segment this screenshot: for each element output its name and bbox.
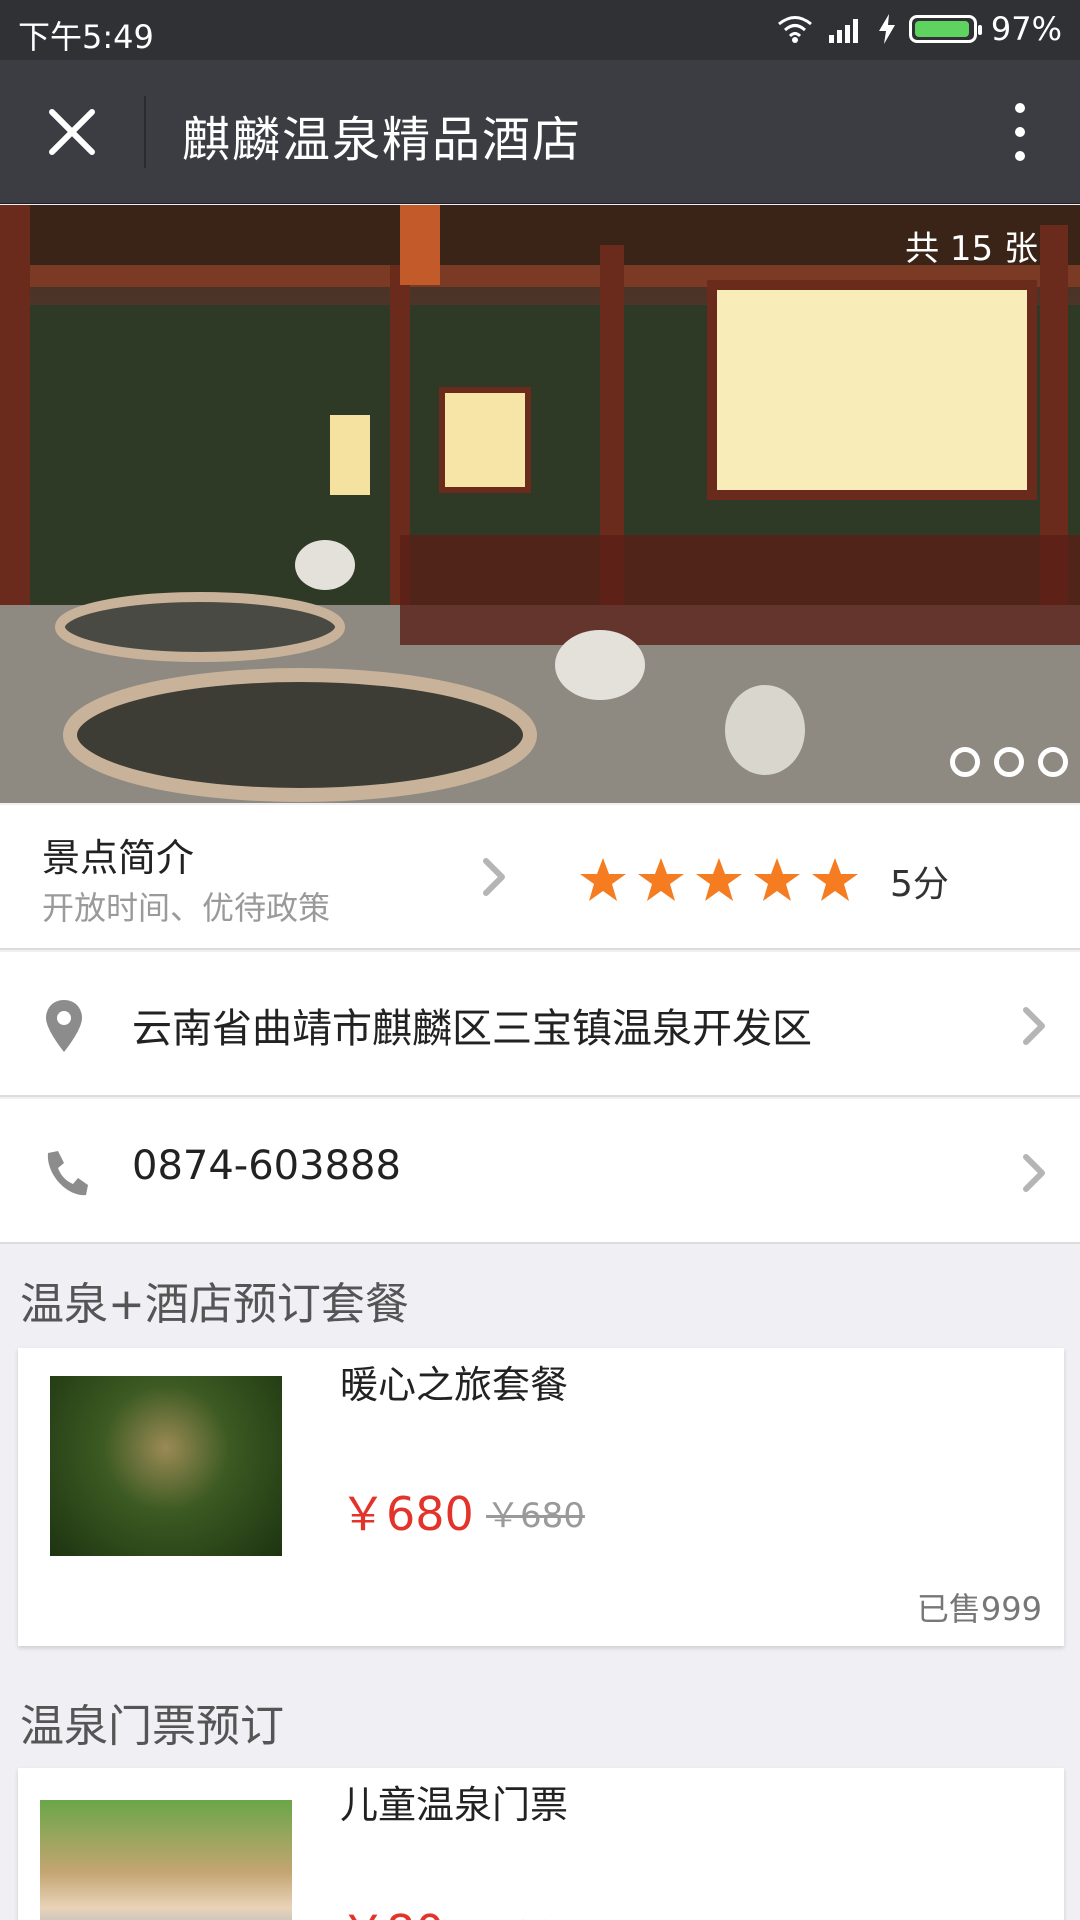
battery-level — [914, 21, 970, 37]
ticket-original-price: ￥80 — [478, 1906, 555, 1920]
intro-title: 景点简介 — [42, 836, 195, 880]
chevron-right-icon — [1023, 1007, 1045, 1045]
close-icon — [49, 109, 95, 155]
package-price: ￥680 — [340, 1487, 474, 1541]
chevron-right-icon — [1023, 1154, 1045, 1192]
ticket-price: ￥80 — [340, 1896, 445, 1920]
carousel-indicator — [950, 747, 1068, 777]
star-icon — [696, 858, 742, 901]
ticket-name: 儿童温泉门票 — [340, 1783, 569, 1827]
phone-number: 0874-603888 — [132, 1143, 401, 1189]
package-card[interactable]: 暖心之旅套餐 ￥680 ￥680 已售999 — [18, 1348, 1064, 1646]
star-icon — [580, 858, 626, 901]
wifi-icon — [777, 16, 812, 43]
battery-percent: 97% — [990, 10, 1062, 48]
phone-icon — [47, 1151, 88, 1196]
carousel-dot[interactable] — [950, 747, 980, 777]
status-bar: 下午5:49 97% — [0, 0, 1080, 60]
charging-icon — [878, 14, 895, 44]
title-divider — [144, 96, 146, 168]
location-pin-icon — [46, 1000, 82, 1052]
address-text: 云南省曲靖市麒麟区三宝镇温泉开发区 — [132, 1006, 812, 1052]
title-bar: 麒麟温泉精品酒店 — [0, 60, 1080, 204]
package-name: 暖心之旅套餐 — [340, 1363, 569, 1407]
page-title: 麒麟温泉精品酒店 — [182, 112, 583, 168]
more-vertical-icon — [1015, 103, 1025, 161]
carousel-dot[interactable] — [1038, 747, 1068, 777]
star-icon — [754, 858, 800, 901]
close-button[interactable] — [30, 90, 114, 174]
carousel-dot[interactable] — [994, 747, 1024, 777]
more-menu-button[interactable] — [1000, 96, 1040, 168]
photo-count: 共 15 张 — [905, 229, 1038, 269]
status-icons: 97% — [777, 10, 1062, 48]
section-title-tickets: 温泉门票预订 — [20, 1701, 284, 1752]
package-sold-count: 已售999 — [916, 1590, 1042, 1628]
package-thumbnail — [50, 1376, 282, 1556]
star-icon — [638, 858, 684, 901]
rating-score: 5分 — [890, 864, 949, 905]
hero-photo — [0, 205, 1080, 803]
intro-row[interactable]: 景点简介 开放时间、优待政策 5分 — [0, 805, 1080, 950]
signal-icon — [828, 19, 858, 43]
ticket-card[interactable]: 儿童温泉门票 ￥80 ￥80 — [18, 1768, 1064, 1920]
star-icon — [812, 858, 858, 901]
ticket-thumbnail — [40, 1800, 292, 1920]
chevron-right-icon — [483, 858, 505, 896]
section-title-packages: 温泉+酒店预订套餐 — [20, 1279, 409, 1330]
status-time: 下午5:49 — [18, 18, 154, 56]
address-row[interactable]: 云南省曲靖市麒麟区三宝镇温泉开发区 — [0, 952, 1080, 1097]
rating-stars — [578, 855, 860, 905]
phone-row[interactable]: 0874-603888 — [0, 1099, 1080, 1244]
package-original-price: ￥680 — [486, 1496, 585, 1536]
battery-icon — [908, 15, 982, 43]
intro-subtitle: 开放时间、优待政策 — [42, 889, 331, 927]
photo-carousel[interactable]: 共 15 张 — [0, 205, 1080, 803]
